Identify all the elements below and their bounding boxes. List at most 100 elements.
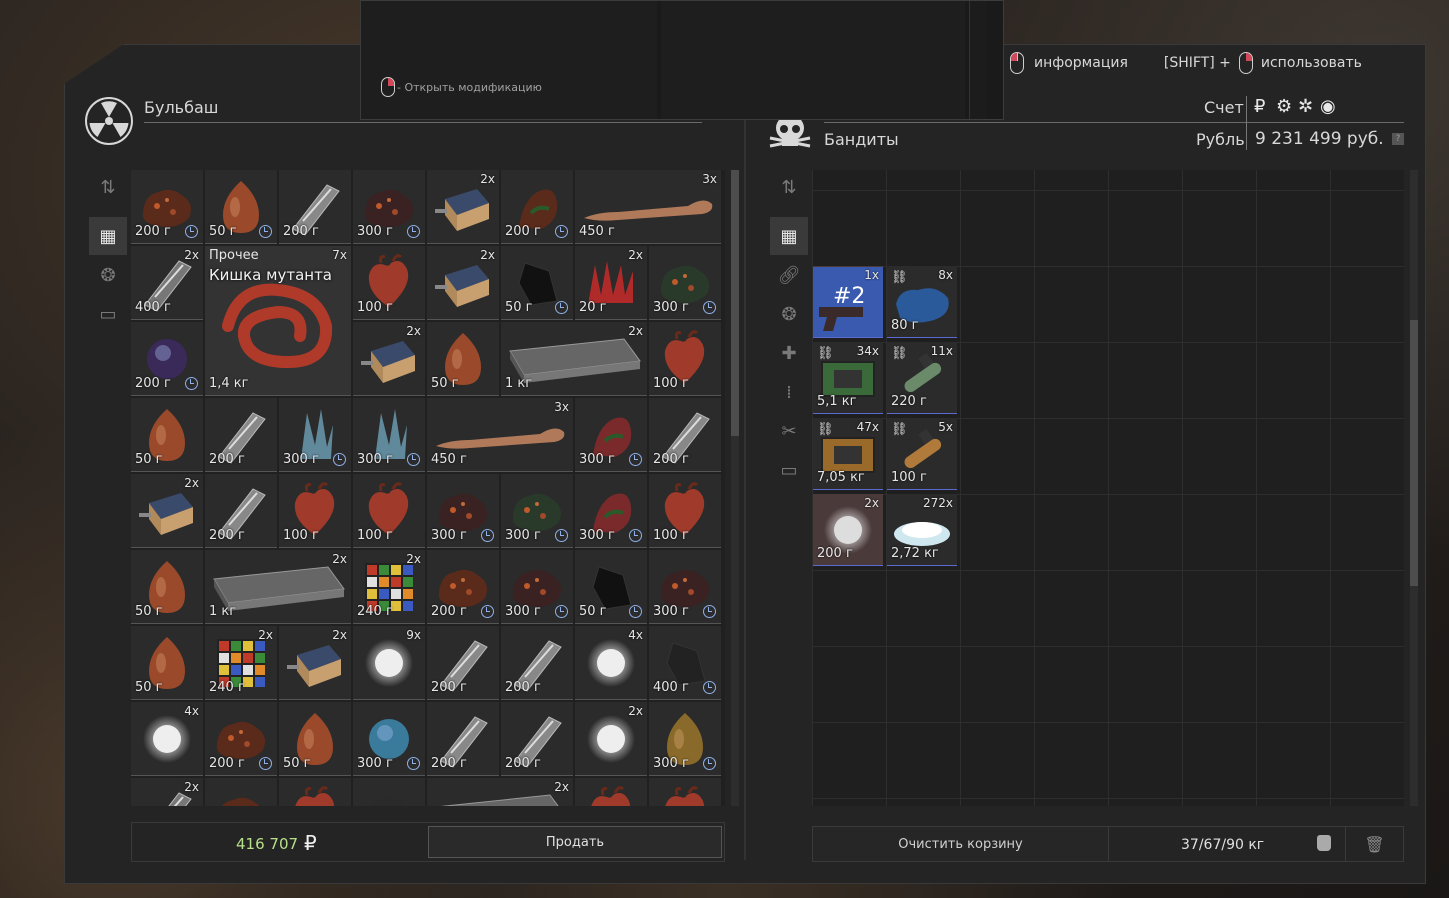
item-cell[interactable]: 2x: [427, 778, 573, 806]
item-cell[interactable]: 300 г: [353, 398, 425, 472]
item-cell[interactable]: 2x 20 г: [575, 246, 647, 320]
ammo-icon[interactable]: ⁞: [770, 373, 808, 411]
item-cell[interactable]: 100 г: [353, 246, 425, 320]
item-cell[interactable]: 2x 240 г: [205, 626, 277, 700]
trader-scrollbar[interactable]: [1410, 170, 1418, 806]
scrap-currency-icon[interactable]: ✲: [1298, 96, 1316, 117]
mod-slot-2[interactable]: [661, 1, 965, 119]
item-cell[interactable]: 2x: [427, 246, 499, 320]
cart-item-cell[interactable]: ⛓ 34x 5,1 кг: [813, 342, 883, 414]
help-icon[interactable]: ?: [1392, 133, 1404, 145]
cart-item-cell[interactable]: ⛓ 47x 7,05 кг: [813, 418, 883, 490]
item-cell[interactable]: [575, 778, 647, 806]
item-cell[interactable]: 2x: [131, 474, 203, 548]
item-cell[interactable]: [205, 778, 277, 806]
item-cell[interactable]: 300 г: [575, 474, 647, 548]
item-cell[interactable]: 200 г: [427, 702, 499, 776]
cart-item-cell[interactable]: ⛓ 5x 100 г: [887, 418, 957, 490]
archive-icon[interactable]: ▭: [89, 295, 127, 333]
item-cell[interactable]: 2x 1 кг: [501, 322, 647, 396]
item-cell[interactable]: 200 г: [649, 398, 721, 472]
item-cell[interactable]: 2x: [575, 702, 647, 776]
coin-currency-icon[interactable]: ◉: [1320, 96, 1338, 117]
item-cell[interactable]: 50 г: [131, 550, 203, 624]
cart-item-cell[interactable]: 272x 2,72 кг: [887, 494, 957, 566]
item-cell[interactable]: 200 г: [501, 170, 573, 244]
item-cell[interactable]: 2x 400 г: [131, 246, 203, 320]
item-cell[interactable]: 50 г: [279, 702, 351, 776]
item-cell[interactable]: 3x 450 г: [575, 170, 721, 244]
item-cell[interactable]: 300 г: [649, 702, 721, 776]
item-cell[interactable]: 300 г: [501, 474, 573, 548]
item-cell-selected[interactable]: Прочее 7x Кишка мутанта 1,4 кг: [205, 246, 351, 396]
item-cell[interactable]: [353, 778, 425, 806]
item-cell[interactable]: 200 г: [279, 170, 351, 244]
item-cell[interactable]: 300 г: [353, 702, 425, 776]
scroll-thumb[interactable]: [1410, 320, 1418, 586]
ruble-currency-icon[interactable]: ₽: [1254, 96, 1272, 117]
scroll-thumb[interactable]: [731, 170, 739, 436]
item-cell[interactable]: 50 г: [131, 398, 203, 472]
item-cell[interactable]: 2x: [279, 626, 351, 700]
item-cell[interactable]: 9x: [353, 626, 425, 700]
item-cell[interactable]: [649, 778, 721, 806]
item-cell[interactable]: 100 г: [279, 474, 351, 548]
item-cell[interactable]: 200 г: [427, 626, 499, 700]
grid-all-icon[interactable]: ▦: [89, 217, 127, 255]
item-cell[interactable]: 100 г: [353, 474, 425, 548]
item-cell[interactable]: 300 г: [575, 398, 647, 472]
item-cell[interactable]: 100 г: [649, 474, 721, 548]
mod-slot-3[interactable]: [969, 1, 987, 119]
item-cell[interactable]: 300 г: [501, 550, 573, 624]
item-cell[interactable]: 300 г: [353, 170, 425, 244]
grid-all-icon[interactable]: ▦: [770, 217, 808, 255]
gear-currency-icon[interactable]: ⚙: [1276, 96, 1294, 117]
artifact-icon[interactable]: ❂: [770, 295, 808, 333]
item-cell[interactable]: 200 г: [427, 550, 499, 624]
sort-icon[interactable]: ⇅: [770, 168, 808, 206]
item-cell[interactable]: 2x: [427, 170, 499, 244]
item-cell[interactable]: 50 г: [131, 626, 203, 700]
item-cell[interactable]: 50 г: [501, 246, 573, 320]
player-scrollbar[interactable]: [731, 170, 739, 806]
item-cell[interactable]: 4x: [575, 626, 647, 700]
item-cell[interactable]: 2x 240 г: [353, 550, 425, 624]
item-cell[interactable]: 50 г: [427, 322, 499, 396]
item-cell[interactable]: 300 г: [649, 246, 721, 320]
trash-button[interactable]: 🗑︎: [1345, 827, 1403, 861]
medkit-icon[interactable]: ✚: [770, 334, 808, 372]
item-cell[interactable]: 400 г: [649, 626, 721, 700]
item-quantity: 2x: [258, 628, 273, 642]
mod-slot-1[interactable]: [361, 1, 657, 119]
item-cell[interactable]: 2x: [353, 322, 425, 396]
clear-cart-button[interactable]: Очистить корзину: [813, 827, 1109, 861]
item-cell[interactable]: 300 г: [427, 474, 499, 548]
item-cell[interactable]: 200 г: [131, 322, 203, 396]
item-cell[interactable]: 300 г: [279, 398, 351, 472]
sell-button[interactable]: Продать: [428, 826, 722, 858]
item-cell[interactable]: 50 г: [575, 550, 647, 624]
sort-icon[interactable]: ⇅: [89, 168, 127, 206]
item-cell[interactable]: 200 г: [501, 702, 573, 776]
cart-item-cell[interactable]: ⛓ 11x 220 г: [887, 342, 957, 414]
tools-icon[interactable]: ✂: [770, 412, 808, 450]
attachment-icon[interactable]: 🔗︎: [770, 256, 808, 294]
cart-item-cell[interactable]: 2x 200 г: [813, 494, 883, 566]
cart-item-cell[interactable]: #2 1x: [813, 266, 883, 338]
item-cell[interactable]: 50 г: [205, 170, 277, 244]
item-cell[interactable]: 300 г: [649, 550, 721, 624]
item-cell[interactable]: 2x 1 кг: [205, 550, 351, 624]
item-cell[interactable]: 4x: [131, 702, 203, 776]
item-cell[interactable]: 100 г: [649, 322, 721, 396]
archive-icon[interactable]: ▭: [770, 451, 808, 489]
item-cell[interactable]: 200 г: [501, 626, 573, 700]
item-cell[interactable]: 2x: [131, 778, 203, 806]
item-cell[interactable]: 200 г: [205, 398, 277, 472]
item-cell[interactable]: 200 г: [131, 170, 203, 244]
item-cell[interactable]: 200 г: [205, 474, 277, 548]
cart-item-cell[interactable]: ⛓ 8x 80 г: [887, 266, 957, 338]
artifact-icon[interactable]: ❂: [89, 256, 127, 294]
item-cell[interactable]: [279, 778, 351, 806]
item-cell[interactable]: 3x 450 г: [427, 398, 573, 472]
item-cell[interactable]: 200 г: [205, 702, 277, 776]
